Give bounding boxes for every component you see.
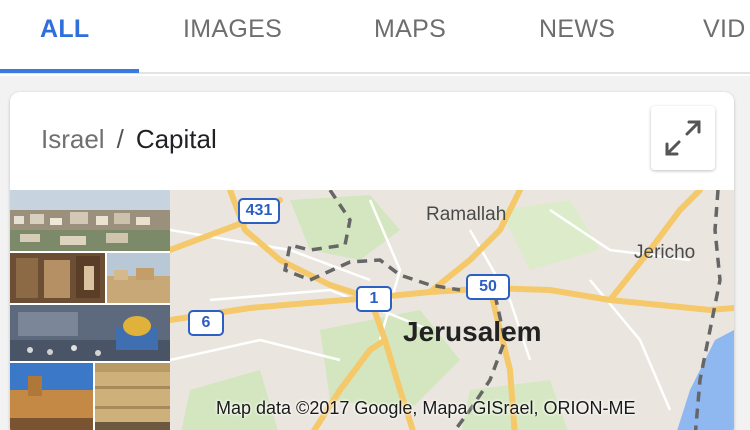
map-label-jericho[interactable]: Jericho: [634, 242, 695, 264]
photo-old-city-wall[interactable]: [107, 252, 170, 304]
map-label-ramallah[interactable]: Ramallah: [426, 204, 506, 226]
photo-western-wall[interactable]: [95, 362, 170, 430]
breadcrumb-parent[interactable]: Israel: [41, 124, 105, 154]
breadcrumb: Israel / Capital: [41, 124, 217, 155]
expand-arrows-icon: [665, 120, 701, 156]
photo-tower-of-david[interactable]: [10, 362, 94, 430]
route-shield-431: 431: [238, 198, 280, 224]
map-view[interactable]: 431 1 50 6 Ramallah Jericho Jerusalem: [170, 190, 734, 430]
route-shield-6: 6: [188, 310, 224, 336]
photo-market[interactable]: [10, 252, 106, 304]
route-shield-1: 1: [356, 286, 392, 312]
knowledge-card: Israel / Capital 431 1 50 6 Ramallah Jer…: [10, 92, 734, 430]
photo-jerusalem-skyline[interactable]: [10, 190, 170, 252]
tab-news[interactable]: NEWS: [539, 15, 615, 44]
tab-maps[interactable]: MAPS: [374, 15, 446, 44]
route-shield-50: 50: [466, 274, 510, 300]
search-tabs: ALL IMAGES MAPS NEWS VID: [0, 0, 750, 74]
photo-dome-of-the-rock[interactable]: [10, 304, 170, 362]
breadcrumb-current: Capital: [135, 124, 217, 154]
map-expand-button[interactable]: [651, 106, 715, 170]
breadcrumb-separator: /: [116, 124, 124, 154]
active-tab-indicator: [0, 69, 139, 73]
photo-collage[interactable]: [10, 190, 170, 430]
tab-all[interactable]: ALL: [40, 15, 90, 44]
tab-videos[interactable]: VID: [703, 15, 746, 44]
tab-images[interactable]: IMAGES: [183, 15, 282, 44]
map-label-jerusalem[interactable]: Jerusalem: [403, 316, 542, 348]
map-attribution: Map data ©2017 Google, Mapa GISrael, ORI…: [216, 398, 636, 418]
